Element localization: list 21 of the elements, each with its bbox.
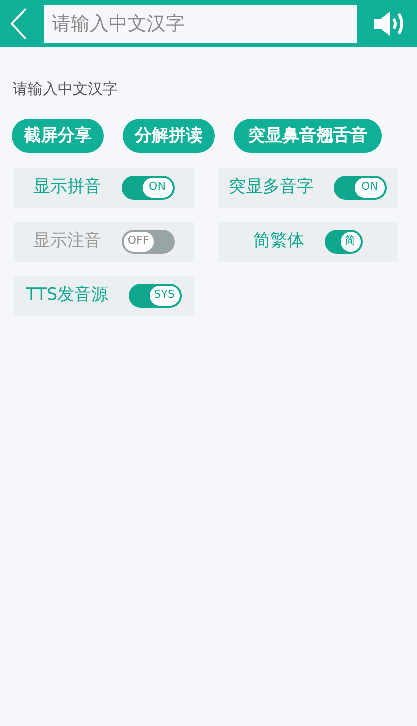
- action-button[interactable]: 分解拼读: [123, 118, 215, 152]
- action-button[interactable]: 突显鼻音翘舌音: [234, 118, 382, 152]
- toggle-knob: ON: [142, 178, 172, 198]
- setting-label: TTS发音源: [26, 284, 109, 307]
- setting-label: 显示拼音: [34, 176, 102, 199]
- setting-label: 简繁体: [254, 230, 304, 253]
- toggle-switch[interactable]: OFF: [122, 230, 174, 254]
- toggle-knob: 简: [340, 232, 360, 252]
- toggle-knob: ON: [355, 178, 385, 198]
- toggle-switch[interactable]: 简: [324, 230, 362, 254]
- search-field[interactable]: 请输入中文汉字: [44, 4, 357, 42]
- setting-label: 突显多音字: [229, 176, 314, 199]
- setting-label: 显示注音: [34, 230, 102, 253]
- toggle-switch[interactable]: ON: [122, 176, 174, 200]
- toggle-switch[interactable]: SYS: [128, 284, 182, 308]
- hint-text: 请输入中文汉字: [13, 79, 118, 100]
- toggle-knob: SYS: [150, 286, 180, 306]
- back-icon[interactable]: [10, 8, 28, 40]
- toggle-switch[interactable]: ON: [334, 176, 387, 200]
- toggle-knob: OFF: [124, 232, 154, 252]
- action-button[interactable]: 截屏分享: [12, 118, 104, 152]
